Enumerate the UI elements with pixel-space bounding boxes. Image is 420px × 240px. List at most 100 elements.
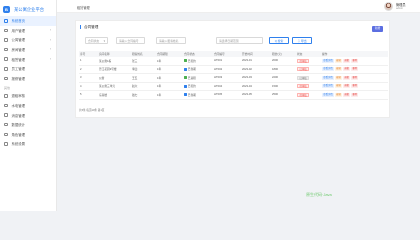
role-icon	[4, 132, 8, 137]
table-cell: HT003	[214, 76, 223, 80]
sidebar-item-3[interactable]: 房间管理 ›	[0, 45, 56, 55]
sidebar-other-item-2[interactable]: 消息管理	[0, 110, 56, 120]
audit-status-cell: 待审核	[296, 83, 321, 91]
table-cell: 王五	[132, 76, 138, 80]
view-detail-button[interactable]: 查看详情	[322, 84, 334, 89]
table-row: 5 东南楼 钱七 1年 已到期 HT005 2023-05 2500 待审核 查看详情 编辑 退租 删除	[79, 91, 388, 100]
user-menu[interactable]: 管理员 admin	[384, 2, 406, 11]
status-dot-icon	[184, 59, 187, 63]
sidebar-item-1[interactable]: 用户管理 ›	[0, 26, 56, 36]
table-body: 1 某公寓1栋 张三 1年 已签约 HT001 2023-01 2000 待审核 查看详情 编辑 退租…	[79, 57, 388, 100]
checkout-button[interactable]: 退租	[343, 58, 351, 63]
sidebar-menu: 系统首页 用户管理 › 公寓管理 › 房间管理 › 租赁管理 › 员工管理 报修管理	[0, 16, 56, 83]
contract-status-cell: 已退租	[183, 74, 213, 82]
table-cell: 某公寓1栋	[99, 59, 112, 63]
contract-status-cell: 已签约	[183, 57, 213, 65]
audit-status-cell: 待审核	[296, 91, 321, 99]
contract-no-input[interactable]: 请输入合同编号	[116, 37, 145, 44]
stats-icon	[4, 122, 8, 127]
status-badge: 待审核	[297, 84, 310, 88]
table-cell: HT005	[214, 93, 223, 97]
sidebar-item-label: 公寓管理	[11, 38, 26, 43]
sidebar-item-label: 退租审核	[11, 94, 26, 99]
user-name: 管理员	[396, 2, 406, 7]
home-icon	[4, 19, 8, 23]
checkout-button[interactable]: 退租	[343, 75, 351, 80]
table-cell: 2	[80, 67, 82, 71]
delete-button[interactable]: 删除	[351, 75, 359, 80]
table-cell: 2023-02	[242, 67, 252, 71]
table-cell: 公寓	[99, 76, 105, 80]
sidebar-item-label: 水电管理	[11, 104, 26, 109]
repair-icon	[4, 76, 8, 81]
brand: B 某公寓企业平台	[0, 3, 56, 16]
table-row: 1 某公寓1栋 张三 1年 已签约 HT001 2023-01 2000 待审核 查看详情 编辑 退租…	[79, 57, 388, 66]
contract-status-cell: 已签约	[183, 83, 213, 91]
table-cell: 2023-01	[242, 59, 252, 63]
sidebar-other-item-3[interactable]: 数据统计	[0, 120, 56, 130]
contract-status-text: 已退租	[187, 76, 196, 80]
sidebar-item-4[interactable]: 租赁管理 ›	[0, 54, 56, 64]
sidebar-item-label: 房间管理	[11, 48, 26, 53]
chevron-right-icon: ›	[49, 28, 51, 33]
room-icon	[4, 47, 8, 52]
table-cell: 1年	[157, 85, 162, 89]
table-cell: HT001	[214, 59, 223, 63]
row-actions: 查看详情 编辑 退租 删除	[321, 74, 388, 82]
table-cell: 2023-05	[242, 93, 252, 97]
table-cell: 2200	[272, 76, 278, 80]
tenant-name-input[interactable]: 请输入租客姓名	[156, 37, 186, 44]
date-range-input[interactable]: 请选择日期范围	[216, 37, 263, 44]
status-badge: 已审核	[297, 67, 310, 71]
view-detail-button[interactable]: 查看详情	[322, 67, 334, 72]
table-cell: 1500	[272, 84, 278, 88]
delete-button[interactable]: 删除	[351, 92, 359, 97]
table-cell: 赵六	[132, 85, 138, 89]
view-detail-button[interactable]: 查看详情	[322, 75, 334, 80]
app-root: B 某公寓企业平台 系统首页 用户管理 › 公寓管理 › 房间管理 › 租赁管理 › 员工管理 报修…	[0, 0, 420, 211]
sidebar-other-item-5[interactable]: 系统设置	[0, 139, 56, 149]
view-detail-button[interactable]: 查看详情	[322, 58, 334, 63]
settings-icon	[4, 142, 8, 146]
delete-button[interactable]: 删除	[351, 67, 359, 72]
table-cell: 1年	[157, 76, 162, 80]
sidebar-item-0[interactable]: 系统首页	[0, 16, 56, 26]
breadcrumb[interactable]: 租赁管理	[77, 5, 90, 10]
export-button[interactable]: ⇩ 导出	[292, 37, 312, 44]
search-button[interactable]: Q 搜索	[269, 37, 289, 44]
checkout-button[interactable]: 退租	[343, 84, 351, 89]
row-actions: 查看详情 编辑 退租 删除	[321, 83, 388, 91]
edit-button[interactable]: 编辑	[334, 75, 343, 80]
staff-icon	[4, 67, 8, 71]
audit-icon	[4, 94, 8, 98]
sidebar-item-label: 角色管理	[11, 132, 26, 137]
sidebar-item-label: 系统设置	[11, 142, 26, 147]
view-detail-button[interactable]: 查看详情	[322, 92, 334, 97]
edit-button[interactable]: 编辑	[334, 84, 343, 89]
status-dot-icon	[184, 76, 187, 80]
status-select-value: 合同状态	[88, 39, 100, 43]
edit-button[interactable]: 编辑	[334, 67, 343, 72]
sidebar-other-item-1[interactable]: 水电管理	[0, 101, 56, 111]
sidebar-item-6[interactable]: 报修管理	[0, 74, 56, 84]
sidebar-item-2[interactable]: 公寓管理 ›	[0, 35, 56, 45]
sidebar-other-item-4[interactable]: 角色管理	[0, 130, 56, 140]
status-select[interactable]: 合同状态 ▾	[85, 37, 108, 44]
sidebar-menu-other: 退租审核水电管理 消息管理 数据统计角色管理系统设置	[0, 91, 56, 149]
table-cell: 2023-03	[242, 76, 252, 80]
avatar[interactable]	[384, 2, 393, 11]
sidebar-item-label: 用户管理	[11, 28, 26, 33]
table-row: 2 芳江花园9号楼 李四 1年 已到期 HT002 2023-02 1800 已审核 查看详情 编辑…	[79, 66, 388, 74]
checkout-button[interactable]: 退租	[343, 67, 351, 72]
edit-button[interactable]: 编辑	[334, 92, 343, 97]
table-cell: 芳江花园9号楼	[99, 68, 117, 72]
add-button[interactable]: 新增	[372, 26, 383, 32]
delete-button[interactable]: 删除	[351, 58, 359, 63]
table-cell: 张三	[132, 59, 138, 63]
edit-button[interactable]: 编辑	[334, 58, 343, 63]
delete-button[interactable]: 删除	[351, 84, 359, 89]
checkout-button[interactable]: 退租	[343, 92, 351, 97]
sidebar-other-item-0[interactable]: 退租审核	[0, 91, 56, 101]
sidebar-item-5[interactable]: 员工管理	[0, 64, 56, 74]
row-actions: 查看详情 编辑 退租 删除	[321, 66, 388, 74]
